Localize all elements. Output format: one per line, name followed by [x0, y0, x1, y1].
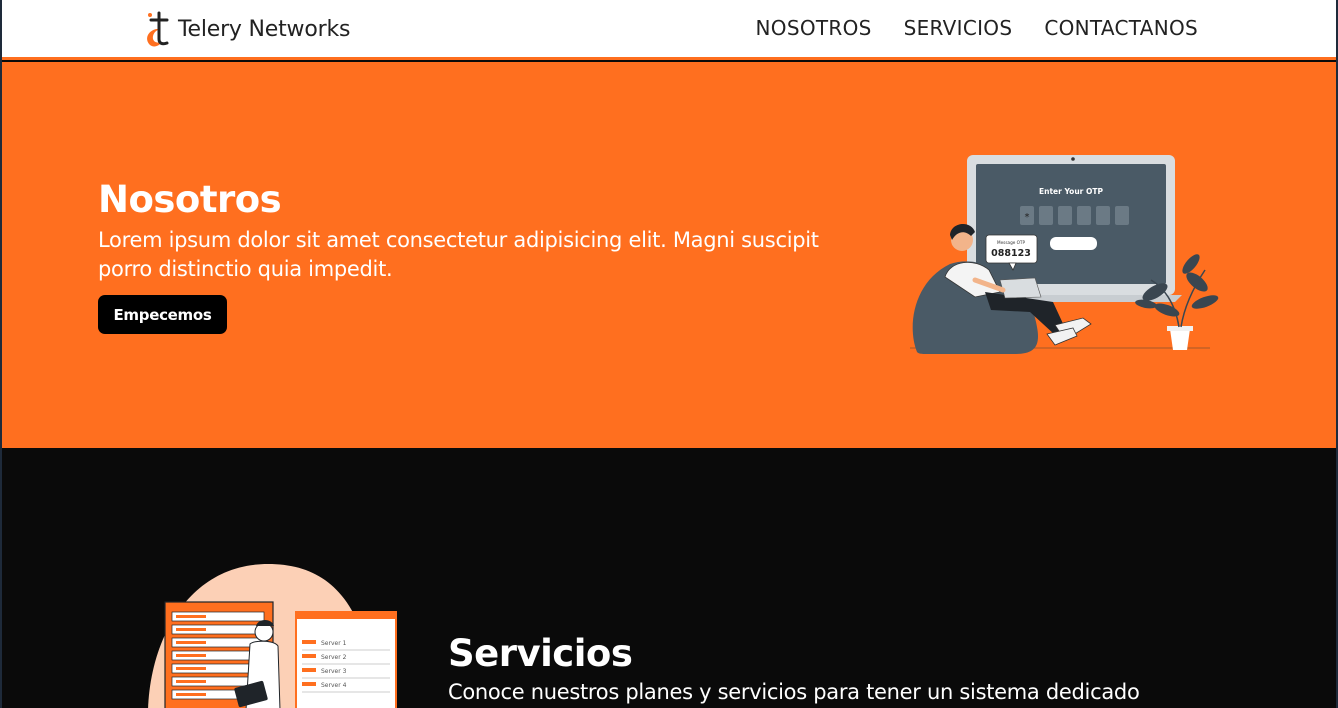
brand-name: Telery Networks	[178, 16, 351, 42]
otp-prompt: Enter Your OTP	[1039, 187, 1103, 196]
telery-logo-icon	[147, 11, 169, 47]
navbar: Telery Networks NOSOTROS SERVICIOS CONTA…	[0, 0, 1338, 60]
services-title: Servicios	[448, 632, 633, 675]
svg-text:*: *	[1025, 212, 1030, 223]
services-description: Conoce nuestros planes y servicios para …	[448, 680, 1140, 704]
hero-section: Nosotros Lorem ipsum dolor sit amet cons…	[0, 62, 1338, 448]
services-section: Server 1 Server 2 Server 3 Server 4 Serv…	[0, 448, 1338, 708]
server-item-1: Server 1	[321, 640, 347, 647]
nav-link-servicios[interactable]: SERVICIOS	[904, 16, 1013, 40]
otp-submit-pill	[1050, 237, 1097, 250]
nav-link-contactanos[interactable]: CONTACTANOS	[1044, 16, 1198, 40]
otp-code: 088123	[991, 248, 1031, 259]
brand-link[interactable]: Telery Networks	[142, 8, 350, 50]
nav-link-nosotros[interactable]: NOSOTROS	[756, 16, 872, 40]
server-item-2: Server 2	[321, 654, 347, 661]
hero-description: Lorem ipsum dolor sit amet consectetur a…	[98, 228, 819, 281]
server-room-illustration: Server 1 Server 2 Server 3 Server 4	[148, 564, 397, 708]
empecemos-button[interactable]: Empecemos	[98, 295, 227, 334]
message-label: Message OTP	[997, 240, 1026, 245]
server-item-3: Server 3	[321, 668, 347, 675]
window-left-edge	[0, 0, 2, 708]
server-item-4: Server 4	[321, 682, 347, 689]
hero-title: Nosotros	[98, 178, 282, 221]
nav-menu: NOSOTROS SERVICIOS CONTACTANOS	[756, 16, 1198, 40]
otp-login-illustration: Enter Your OTP * Message OTP 088123	[910, 155, 1219, 354]
